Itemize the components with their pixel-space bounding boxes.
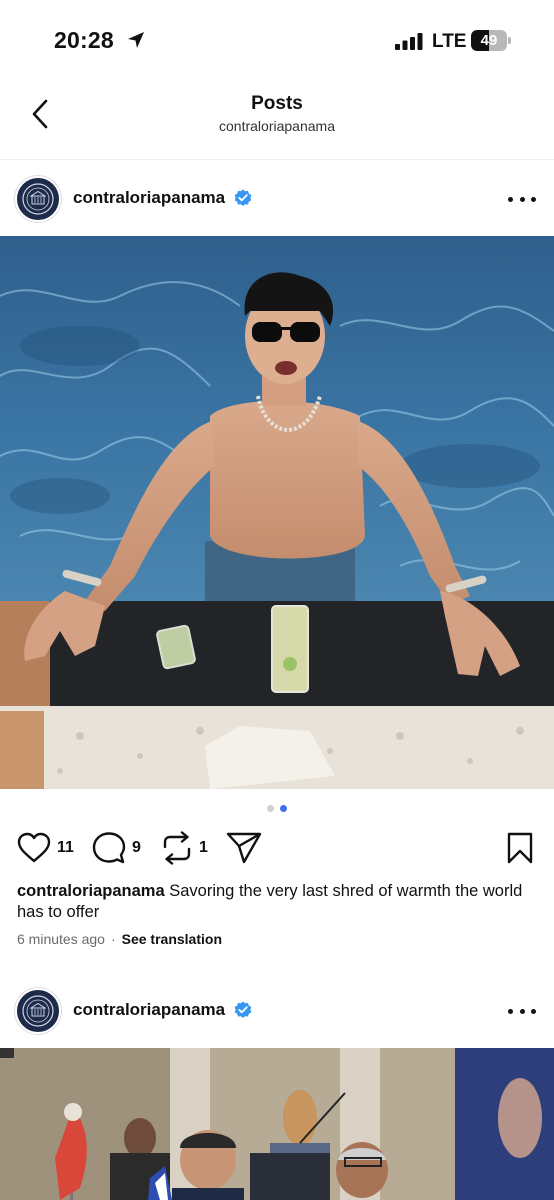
comment-icon [92,832,126,864]
institution-logo-icon [22,995,54,1027]
comment-count: 9 [132,839,141,856]
carousel-indicator [0,805,554,812]
post-meta: 6 minutes ago · See translation [17,931,222,947]
battery-icon: 49 [471,30,511,51]
share-button[interactable] [226,830,262,866]
share-icon [226,832,262,864]
verified-badge-icon [234,189,252,206]
page-title: Posts [251,93,303,114]
verified-badge-icon [234,1001,252,1018]
post-image[interactable] [0,1048,554,1200]
post-username[interactable]: contraloriapanama [73,1000,225,1020]
post-username[interactable]: contraloriapanama [73,188,225,208]
more-options-button[interactable] [508,189,536,209]
see-translation-link[interactable]: See translation [122,931,222,947]
page-header: Posts contraloriapanama [0,80,554,160]
signal-icon [395,33,423,50]
status-bar: 20:28 LTE 49 [0,0,554,80]
post-caption: contraloriapanama Savoring the very last… [17,881,542,923]
location-arrow-icon [128,32,144,48]
battery-level: 49 [480,32,498,49]
comment-button[interactable]: 9 [92,830,141,866]
like-button[interactable]: 11 [17,830,74,866]
post-time: 6 minutes ago [17,931,105,947]
heart-icon [17,832,51,863]
repost-button[interactable]: 1 [161,830,208,866]
more-options-button[interactable] [508,1001,536,1021]
status-time: 20:28 [54,27,114,53]
institution-logo-icon [22,183,54,215]
carousel-dot [267,805,274,812]
post-header: contraloriapanama [0,161,554,235]
page-subtitle: contraloriapanama [219,118,335,134]
bookmark-button[interactable] [506,832,534,864]
post-image[interactable] [0,236,554,789]
caption-username[interactable]: contraloriapanama [17,882,165,900]
post-actions: 11 9 1 [0,830,554,870]
network-type: LTE [432,31,467,52]
repost-count: 1 [199,839,208,856]
like-count: 11 [57,839,74,856]
carousel-dot-active [280,805,287,812]
avatar[interactable] [15,988,61,1034]
repost-icon [163,831,191,865]
post-header: contraloriapanama [0,973,554,1047]
avatar[interactable] [15,176,61,222]
bookmark-icon [507,832,533,864]
